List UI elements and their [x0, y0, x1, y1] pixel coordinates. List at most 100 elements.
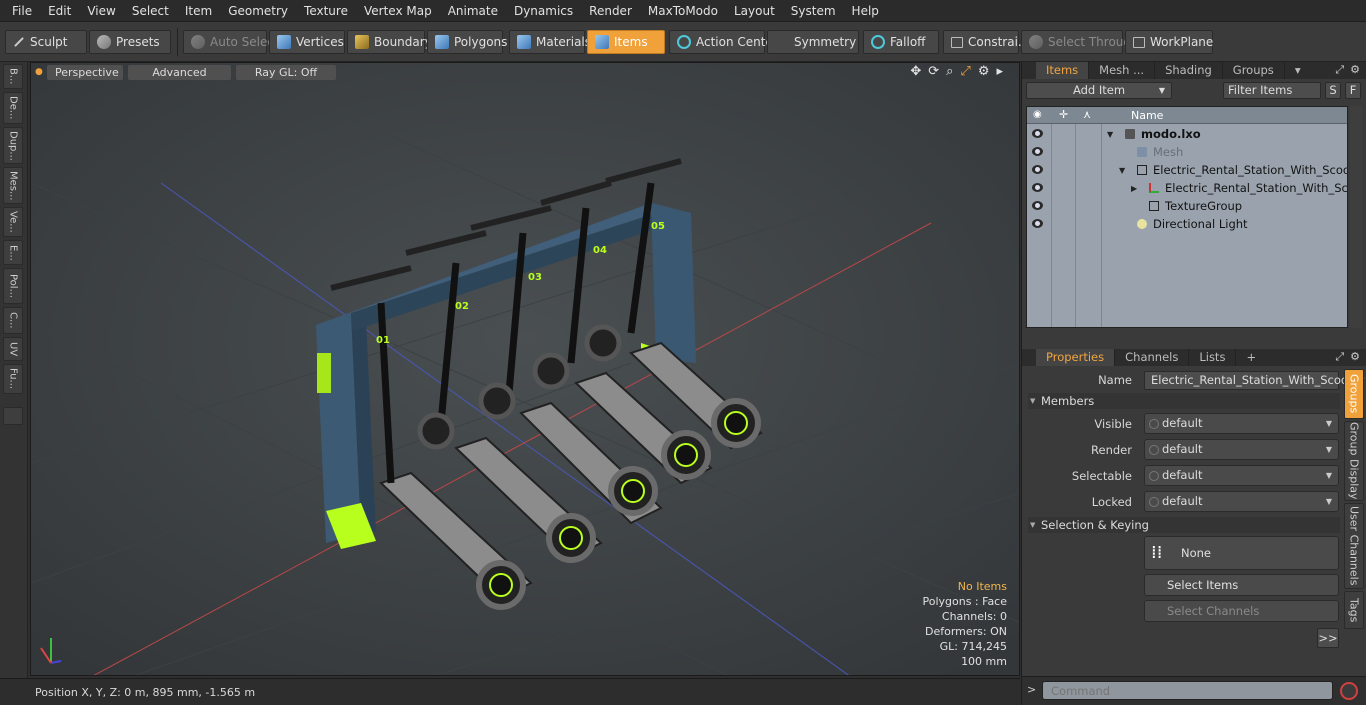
left-tab[interactable]: Dup... [3, 127, 23, 164]
tree-row-mesh[interactable]: Mesh [1027, 143, 1347, 161]
menu-item-edit[interactable]: Edit [40, 0, 79, 22]
tab-mesh[interactable]: Mesh ... [1089, 62, 1156, 79]
auto-select-button[interactable]: Auto Select [183, 30, 279, 54]
arrow-right-icon[interactable]: ▸ [996, 64, 1003, 79]
side-tab-group-display[interactable]: Group Display [1344, 421, 1364, 501]
viewport-menu-dot[interactable]: ● [35, 65, 43, 80]
left-tab[interactable]: De... [3, 92, 23, 124]
side-tab-tags[interactable]: Tags [1344, 591, 1364, 629]
left-tab[interactable]: Ve... [3, 207, 23, 237]
maximize-icon[interactable]: ⤢ [960, 64, 970, 79]
materials-button[interactable]: Materials [509, 30, 591, 54]
name-field[interactable]: Electric_Rental_Station_With_Scooter [1144, 371, 1364, 390]
selectable-dropdown[interactable]: default [1144, 465, 1339, 486]
none-keying-button[interactable]: ⁞⁞ None [1144, 536, 1339, 570]
tree-row-scene[interactable]: ▼ modo.lxo [1027, 125, 1347, 144]
menu-item-maxtomodo[interactable]: MaxToModo [640, 0, 726, 22]
eye-icon[interactable] [1032, 183, 1043, 192]
tab-shading[interactable]: Shading [1155, 62, 1223, 79]
items-button[interactable]: Items [587, 30, 665, 54]
members-section[interactable]: Members [1028, 393, 1340, 409]
left-tab[interactable]: E... [3, 240, 23, 265]
command-input[interactable] [1042, 681, 1333, 700]
menu-item-render[interactable]: Render [581, 0, 640, 22]
raygl-toggle[interactable]: Ray GL: Off [236, 65, 336, 80]
collapsed-triangle-icon[interactable]: ▶ [1131, 180, 1137, 198]
more-button[interactable]: >> [1317, 628, 1339, 648]
render-dropdown[interactable]: default [1144, 439, 1339, 460]
gear-icon[interactable]: ⚙ [1350, 350, 1360, 364]
menu-item-dynamics[interactable]: Dynamics [506, 0, 581, 22]
left-tab[interactable]: UV [3, 337, 23, 361]
menu-item-file[interactable]: File [4, 0, 40, 22]
eye-icon[interactable] [1032, 165, 1043, 174]
rotate-view-icon[interactable]: ⟳ [928, 64, 939, 79]
s-button[interactable]: S [1325, 82, 1341, 99]
expand-icon[interactable]: ⤢ [1335, 350, 1344, 364]
locked-dropdown[interactable]: default [1144, 491, 1339, 512]
visible-dropdown[interactable]: default [1144, 413, 1339, 434]
tree-row-texturegroup[interactable]: TextureGroup [1027, 197, 1347, 215]
tree-row-locator[interactable]: ▶ Electric_Rental_Station_With_Scoo... [1027, 179, 1347, 198]
boundary-button[interactable]: Boundary [347, 30, 432, 54]
left-tab[interactable]: Fu... [3, 364, 23, 394]
eye-icon[interactable] [1032, 147, 1043, 156]
gear-icon[interactable]: ⚙ [978, 64, 990, 79]
tree-scrollbar[interactable] [1350, 106, 1362, 328]
side-tab-user-channels[interactable]: User Channels [1344, 503, 1364, 589]
constraints-button[interactable]: Constrai... [943, 30, 1029, 54]
menu-item-layout[interactable]: Layout [726, 0, 783, 22]
tab-channels[interactable]: Channels [1115, 349, 1190, 366]
menu-item-item[interactable]: Item [177, 0, 220, 22]
menu-item-texture[interactable]: Texture [296, 0, 356, 22]
selection-keying-section[interactable]: Selection & Keying [1028, 517, 1340, 533]
tree-row-group[interactable]: ▼ Electric_Rental_Station_With_Scoote ..… [1027, 161, 1347, 180]
menu-item-vertex-map[interactable]: Vertex Map [356, 0, 440, 22]
add-item-button[interactable]: Add Item ▼ [1026, 82, 1172, 99]
left-tab[interactable]: Mes... [3, 167, 23, 204]
f-button[interactable]: F [1345, 82, 1361, 99]
symmetry-button[interactable]: Symmetry [767, 30, 859, 54]
tab-properties[interactable]: Properties [1036, 349, 1116, 366]
left-tab[interactable]: C... [3, 307, 23, 334]
item-tree[interactable]: ◉ ✛ ⋏ Name ▼ modo.lxo Mesh ▼ Electric_Re… [1026, 106, 1348, 328]
eye-icon[interactable] [1032, 201, 1043, 210]
view-mode-dropdown[interactable]: Perspective [47, 65, 123, 80]
expand-icon[interactable]: ⤢ [1335, 63, 1344, 77]
select-through-button[interactable]: Select Through [1021, 30, 1139, 54]
polygons-button[interactable]: Polygons [427, 30, 507, 54]
move-view-icon[interactable]: ✥ [910, 64, 921, 79]
menu-item-select[interactable]: Select [124, 0, 177, 22]
menu-item-geometry[interactable]: Geometry [220, 0, 296, 22]
side-tab-groups[interactable]: Groups [1344, 369, 1364, 419]
shading-dropdown[interactable]: Advanced [128, 65, 231, 80]
record-icon[interactable] [1340, 682, 1358, 700]
sculpt-button[interactable]: Sculpt [5, 30, 87, 54]
3d-viewport[interactable]: 01 02 03 04 05 ● Perspective Advanced Ra… [30, 62, 1020, 676]
tab-overflow-chevron-icon[interactable]: ▾ [1285, 62, 1311, 79]
tab-groups[interactable]: Groups [1223, 62, 1285, 79]
left-tab[interactable]: Pol... [3, 268, 23, 304]
tab-items[interactable]: Items [1036, 62, 1090, 79]
expand-triangle-icon[interactable]: ▼ [1119, 162, 1125, 180]
left-tab-extra-button[interactable] [3, 407, 23, 425]
expand-triangle-icon[interactable]: ▼ [1107, 126, 1113, 144]
menu-item-help[interactable]: Help [844, 0, 887, 22]
tree-row-light[interactable]: Directional Light [1027, 215, 1347, 233]
presets-button[interactable]: Presets [89, 30, 171, 54]
eye-icon[interactable] [1032, 219, 1043, 228]
name-column-header[interactable]: Name [1131, 109, 1163, 122]
menu-item-animate[interactable]: Animate [440, 0, 506, 22]
falloff-button[interactable]: Falloff [863, 30, 939, 54]
menu-item-view[interactable]: View [79, 0, 123, 22]
zoom-icon[interactable]: ⌕ [946, 64, 953, 79]
action-center-button[interactable]: Action Center [669, 30, 778, 54]
filter-items-input[interactable]: Filter Items [1223, 82, 1321, 99]
eye-icon[interactable] [1032, 129, 1043, 138]
vertices-button[interactable]: Vertices1 [269, 30, 355, 54]
add-tab-plus-icon[interactable]: + [1236, 349, 1266, 366]
select-channels-button[interactable]: Select Channels [1144, 600, 1339, 622]
select-items-button[interactable]: Select Items [1144, 574, 1339, 596]
tab-lists[interactable]: Lists [1189, 349, 1237, 366]
workplane-button[interactable]: WorkPlane [1125, 30, 1213, 54]
